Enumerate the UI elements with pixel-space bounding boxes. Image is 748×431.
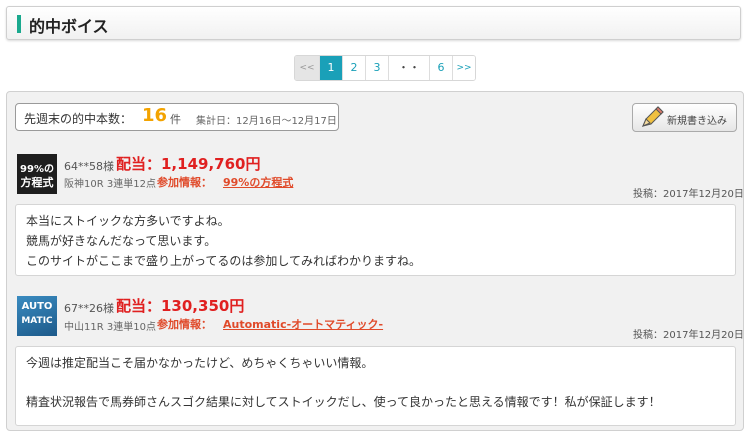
comment-line: 競馬が好きなんだなって思います。 [26, 234, 217, 248]
plan-thumbnail[interactable]: AUTO MATIC [17, 296, 57, 336]
comment-line: 今週は推定配当こそ届かなかったけど、めちゃくちゃいい情報。 [26, 356, 374, 370]
info-label: 参加情報： [157, 176, 212, 189]
pagination: << 1 2 3 ・・ 6 >> [294, 55, 476, 81]
page-title: 的中ボイス [29, 17, 109, 36]
hit-count-period: 集計日：12月16日〜12月17日 [196, 116, 337, 127]
thumbnail-text: 99%の [20, 164, 54, 175]
payout-amount: 配当：1,149,760円 [116, 155, 261, 173]
pagination-page-3[interactable]: 3 [366, 56, 389, 80]
pencil-icon [642, 106, 664, 127]
pagination-page-2[interactable]: 2 [343, 56, 366, 80]
payout-amount: 配当：130,350円 [116, 297, 245, 315]
new-post-button[interactable]: 新規書き込み [632, 103, 737, 132]
pagination-next[interactable]: >> [453, 56, 475, 80]
info-link[interactable]: 99%の方程式 [223, 174, 293, 190]
comment-line: 本当にストイックな方多いですよね。 [26, 214, 230, 228]
comment-line: 精査状況報告で馬券師さんスゴク結果に対してストイックだし、使って良かったと思える… [26, 395, 661, 409]
info-link[interactable]: Automatic-オートマティック- [223, 316, 383, 332]
user-id: 67**26様 [64, 302, 114, 315]
hit-count-label: 先週末の的中本数： [24, 112, 133, 126]
info-label: 参加情報： [157, 318, 212, 331]
thumbnail-text: MATIC [21, 316, 53, 326]
post-date: 投稿：2017年12月20日 [633, 330, 744, 341]
pagination-page-1[interactable]: 1 [320, 56, 343, 80]
pagination-prev[interactable]: << [295, 56, 320, 80]
user-id: 64**58様 [64, 160, 114, 173]
comment-box: 本当にストイックな方多いですよね。 競馬が好きなんだなって思います。 このサイト… [15, 204, 736, 276]
page-header: 的中ボイス [6, 6, 741, 40]
post-date: 投稿：2017年12月20日 [633, 189, 744, 200]
plan-thumbnail[interactable]: 99%の 方程式 [17, 154, 57, 194]
race-info: 中山11R 3連単10点 [64, 322, 156, 333]
hit-count-unit: 件 [170, 113, 181, 126]
comment-box: 今週は推定配当こそ届かなかったけど、めちゃくちゃいい情報。 精査状況報告で馬券師… [15, 346, 736, 426]
header-accent-bar [17, 15, 21, 33]
hit-count-value: 16 [142, 105, 168, 126]
race-info: 阪神10R 3連単12点 [64, 179, 156, 190]
new-post-label: 新規書き込み [667, 116, 727, 127]
hit-count-box: 先週末の的中本数： 16 件 集計日：12月16日〜12月17日 [15, 103, 339, 131]
comment-line: このサイトがここまで盛り上がってるのは参加してみればわかりますね。 [26, 254, 422, 268]
pagination-ellipsis: ・・ [389, 56, 430, 80]
pagination-page-last[interactable]: 6 [430, 56, 453, 80]
thumbnail-text: 方程式 [20, 176, 54, 189]
thumbnail-text: AUTO [21, 301, 53, 312]
